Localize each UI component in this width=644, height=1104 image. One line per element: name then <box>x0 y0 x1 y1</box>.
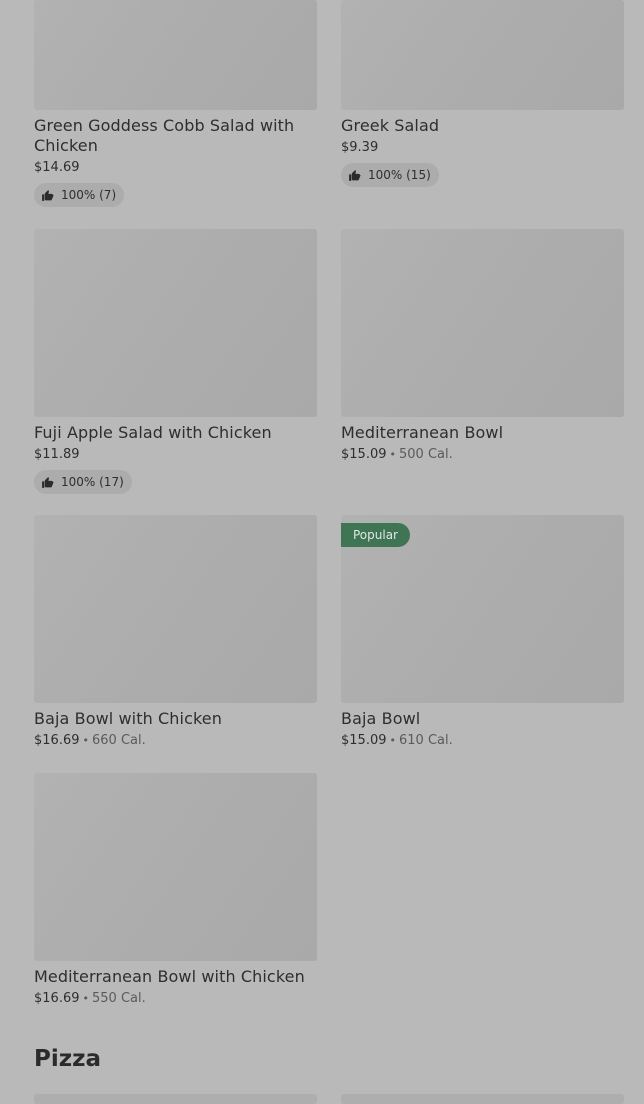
menu-item-price: $11.89 <box>34 447 80 462</box>
menu-item-image[interactable] <box>341 229 624 417</box>
menu-item-card[interactable]: Mediterranean Bowl with Chicken $16.69 • 5… <box>34 773 317 1008</box>
rating-text: 100% (17) <box>61 475 124 489</box>
menu-item-image[interactable] <box>341 0 624 110</box>
menu-item-name: Mediterranean Bowl with Chicken <box>34 967 305 986</box>
menu-item-image[interactable] <box>34 229 317 417</box>
menu-item-price: $15.09 <box>341 733 387 748</box>
menu-item-price: $16.69 <box>34 991 80 1006</box>
menu-item-image[interactable]: Popular <box>341 515 624 703</box>
menu-item-name: Mediterranean Bowl <box>341 423 504 442</box>
menu-item-price-line: $15.09 • 500 Cal. <box>341 446 624 464</box>
popular-badge: Popular <box>341 523 410 547</box>
rating-pill: 100% (7) <box>34 183 125 207</box>
menu-item-name: Greek Salad <box>341 116 440 135</box>
menu-item-price-line: $9.39 <box>341 139 624 157</box>
rating-text: 100% (7) <box>61 188 117 202</box>
menu-item-name: Fuji Apple Salad with Chicken <box>34 423 272 442</box>
menu-item-price: $15.09 <box>341 447 387 462</box>
menu-item-price: $16.69 <box>34 733 80 748</box>
menu-item-calories: 550 Cal. <box>92 991 146 1006</box>
menu-item-card[interactable]: Mediterranean Bowl $15.09 • 500 Cal. <box>341 229 624 464</box>
menu-item-name: Baja Bowl with Chicken <box>34 709 222 728</box>
menu-item-price-line: $14.69 <box>34 159 317 177</box>
thumbs-up-icon <box>42 476 54 488</box>
separator-dot: • <box>389 734 397 747</box>
menu-item-price-line: $16.69 • 660 Cal. <box>34 732 317 750</box>
menu-item-card[interactable]: Baja Bowl with Chicken $16.69 • 660 Cal. <box>34 515 317 750</box>
menu-item-price: $14.69 <box>34 160 80 175</box>
separator-dot: • <box>82 992 90 1005</box>
menu-item-card[interactable]: Greek Salad $9.39 100% (15) <box>341 0 624 187</box>
menu-item-name: Green Goddess Cobb Salad with Chicken <box>34 116 295 155</box>
menu-item-card[interactable]: Fuji Apple Salad with Chicken $11.89 100… <box>34 229 317 494</box>
rating-pill: 100% (17) <box>34 470 132 494</box>
section-title: Pizza <box>34 1046 102 1072</box>
menu-item-price-line: $15.09 • 610 Cal. <box>341 732 624 750</box>
menu-item-calories: 610 Cal. <box>399 733 453 748</box>
rating-pill: 100% (15) <box>341 163 439 187</box>
menu-item-calories: 660 Cal. <box>92 733 146 748</box>
menu-item-price-line: $11.89 <box>34 446 317 464</box>
menu-item-price-line: $16.69 • 550 Cal. <box>34 990 317 1008</box>
separator-dot: • <box>82 734 90 747</box>
menu-item-card[interactable]: Popular Baja Bowl $15.09 • 610 Cal. <box>341 515 624 750</box>
thumbs-up-icon <box>42 189 54 201</box>
menu-item-image[interactable] <box>34 773 317 961</box>
rating-text: 100% (15) <box>368 168 431 182</box>
menu-item-image[interactable] <box>34 1094 317 1104</box>
separator-dot: • <box>389 448 397 461</box>
thumbs-up-icon <box>349 169 361 181</box>
menu-item-name: Baja Bowl <box>341 709 421 728</box>
menu-item-card[interactable]: Green Goddess Cobb Salad with Chicken $1… <box>34 0 317 207</box>
menu-item-image[interactable] <box>34 0 317 110</box>
menu-item-image[interactable] <box>34 515 317 703</box>
menu-item-price: $9.39 <box>341 140 379 155</box>
menu-item-image[interactable] <box>341 1094 624 1104</box>
menu-item-calories: 500 Cal. <box>399 447 453 462</box>
